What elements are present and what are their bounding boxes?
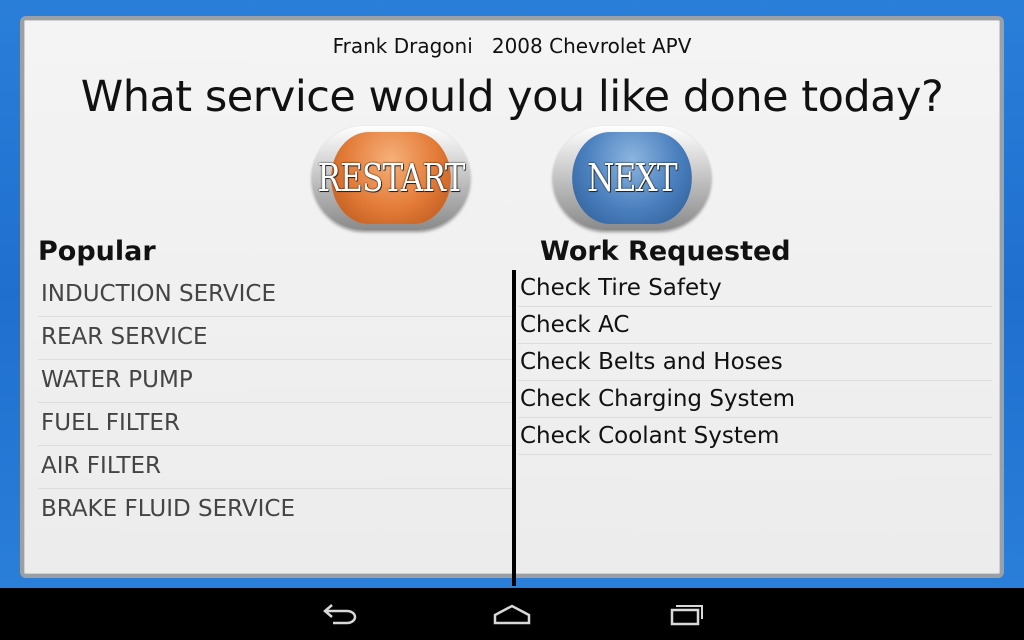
customer-name: Frank Dragoni — [332, 34, 473, 58]
list-item[interactable]: Check Charging System — [518, 381, 992, 418]
list-item[interactable]: BRAKE FLUID SERVICE — [38, 489, 512, 532]
list-item[interactable]: Check AC — [518, 307, 992, 344]
home-button[interactable] — [484, 598, 540, 630]
next-button[interactable]: NEXT — [553, 126, 711, 230]
list-item[interactable]: AIR FILTER — [38, 446, 512, 489]
list-item[interactable]: WATER PUMP — [38, 360, 512, 403]
customer-vehicle-line: Frank Dragoni 2008 Chevrolet APV — [24, 34, 1000, 58]
list-item[interactable]: Check Belts and Hoses — [518, 344, 992, 381]
home-icon — [493, 604, 531, 625]
back-icon — [323, 604, 357, 625]
list-item[interactable]: Check Tire Safety — [518, 270, 992, 307]
system-nav-bar — [0, 588, 1024, 640]
vehicle-name: 2008 Chevrolet APV — [491, 34, 692, 58]
restart-button-label: RESTART — [317, 132, 465, 224]
popular-list: INDUCTION SERVICE REAR SERVICE WATER PUM… — [38, 274, 512, 532]
page-title: What service would you like done today? — [80, 72, 944, 122]
column-divider — [512, 270, 516, 586]
next-button-label: NEXT — [572, 132, 692, 224]
list-item[interactable]: Check Coolant System — [518, 418, 992, 455]
list-item[interactable]: INDUCTION SERVICE — [38, 274, 512, 317]
recent-apps-icon — [670, 605, 703, 626]
restart-button[interactable]: RESTART — [312, 126, 470, 230]
back-button[interactable] — [311, 598, 367, 630]
work-requested-heading: Work Requested — [540, 236, 791, 267]
list-item[interactable]: FUEL FILTER — [38, 403, 512, 446]
work-requested-list: Check Tire Safety Check AC Check Belts a… — [518, 270, 992, 455]
popular-heading: Popular — [38, 236, 156, 267]
recent-apps-button[interactable] — [658, 598, 714, 630]
main-panel: Frank Dragoni 2008 Chevrolet APV What se… — [20, 16, 1004, 586]
list-item[interactable]: REAR SERVICE — [38, 317, 512, 360]
